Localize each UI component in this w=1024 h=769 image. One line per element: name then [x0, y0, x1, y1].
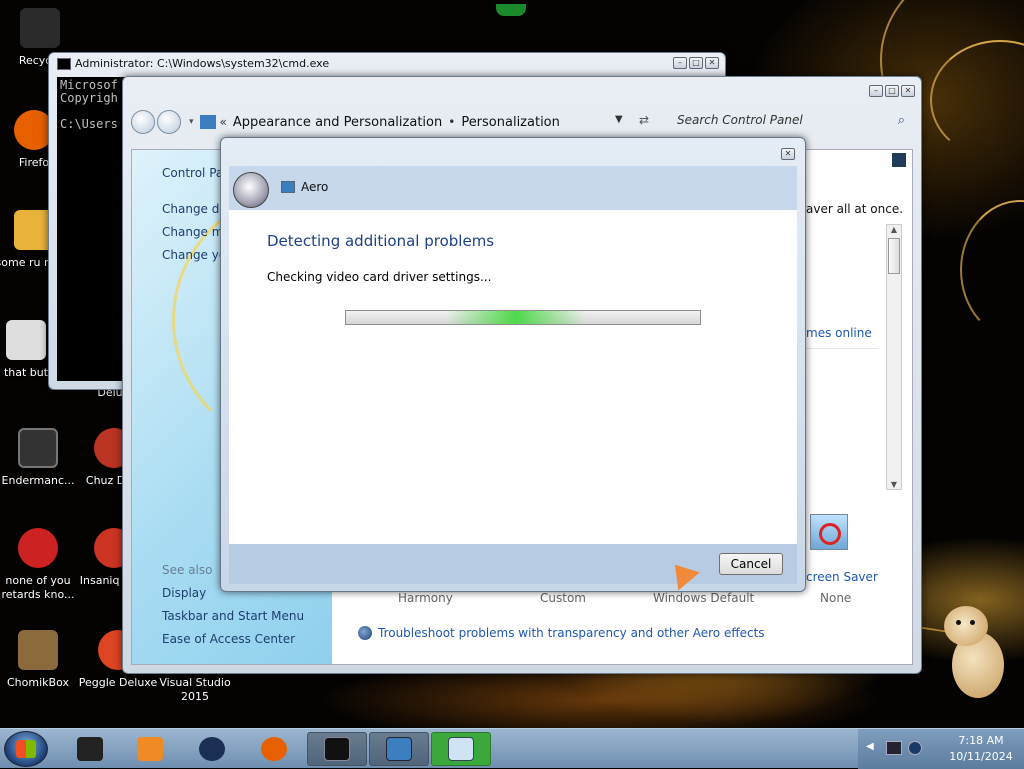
minimize-button[interactable]: – [869, 85, 883, 97]
cmd-title-bar[interactable]: Administrator: C:\Windows\system32\cmd.e… [49, 53, 725, 75]
app-icon [77, 737, 103, 761]
taskbar-cmd[interactable] [307, 732, 367, 766]
minimize-button[interactable]: – [673, 57, 687, 69]
see-also-display[interactable]: Display [162, 586, 206, 600]
firefox-icon [261, 737, 287, 761]
cmd-icon [57, 58, 71, 70]
refresh-icon[interactable]: ⇄ [639, 113, 649, 127]
scroll-up-icon[interactable]: ▲ [887, 225, 901, 234]
theme-harmony-label[interactable]: Harmony [398, 591, 453, 605]
chomikbox-icon [18, 630, 58, 670]
tray-app-icon[interactable] [908, 741, 922, 755]
desktop-icon-none-of-you[interactable]: none of you retards kno... [0, 528, 78, 602]
breadcrumb-appearance[interactable]: Appearance and Personalization [233, 115, 442, 130]
see-also-heading: See also [162, 563, 213, 577]
search-input[interactable]: Search Control Panel [669, 109, 909, 133]
app-icon [199, 737, 225, 761]
windows-logo-icon [16, 740, 36, 758]
progress-marquee [446, 311, 586, 324]
theme-description-text: aver all at once. [806, 202, 904, 216]
screen-saver-link[interactable]: creen Saver [806, 570, 878, 584]
screen-saver-icon[interactable] [810, 514, 848, 550]
desktop-icon-endermanch[interactable]: Endermanc... [0, 428, 78, 488]
taskbar-firefox[interactable] [244, 732, 304, 766]
dialog-heading: Detecting additional problems [267, 232, 495, 250]
clock-date: 10/11/2024 [949, 750, 1013, 763]
troubleshoot-icon [358, 626, 372, 640]
cancel-button[interactable]: Cancel [719, 553, 783, 575]
aero-icon [281, 181, 295, 193]
desktop-icon-chomikbox[interactable]: ChomikBox [0, 630, 78, 690]
cmd-title: Administrator: C:\Windows\system32\cmd.e… [75, 57, 330, 70]
aero-icon [448, 737, 474, 761]
forward-button[interactable] [157, 110, 181, 134]
see-also-taskbar[interactable]: Taskbar and Start Menu [162, 609, 304, 623]
clock[interactable]: 7:18 AM 10/11/2024 [944, 733, 1018, 765]
search-icon[interactable]: ⌕ [898, 113, 905, 128]
back-button[interactable] [131, 110, 155, 134]
close-button[interactable]: ✕ [901, 85, 915, 97]
help-icon[interactable] [892, 153, 906, 167]
hamster-image[interactable] [944, 606, 1006, 702]
theme-windows-default-label[interactable]: Windows Default [653, 591, 754, 605]
sidebar-control-panel-home[interactable]: Control Par [162, 166, 228, 180]
system-tray: ◀ 7:18 AM 10/11/2024 [858, 729, 1024, 769]
maximize-button[interactable]: □ [689, 57, 703, 69]
close-button[interactable]: ✕ [781, 148, 795, 160]
wallpaper-green-ornament [496, 4, 526, 16]
cmd-icon [324, 737, 350, 761]
get-themes-online-link[interactable]: mes online [806, 326, 872, 340]
maximize-button[interactable]: □ [885, 85, 899, 97]
taskbar-app-3[interactable] [182, 732, 242, 766]
breadcrumb-overflow-icon[interactable]: « [220, 115, 227, 129]
address-bar: ▾ « Appearance and Personalization • Per… [131, 105, 913, 139]
status-text: Checking video card driver settings... [267, 270, 492, 284]
clock-time: 7:18 AM [958, 734, 1004, 747]
aero-troubleshooter-dialog[interactable]: ✕ Aero Detecting additional problems Che… [220, 137, 806, 592]
taskbar-control-panel[interactable] [369, 732, 429, 766]
close-button[interactable]: ✕ [705, 57, 719, 69]
scroll-down-icon[interactable]: ▼ [887, 480, 901, 489]
recent-pages-icon[interactable]: ▾ [189, 117, 194, 127]
network-icon[interactable] [886, 741, 902, 755]
app-icon [18, 528, 58, 568]
theme-list-scrollbar[interactable]: ▲ ▼ [886, 224, 902, 490]
theme-custom-label[interactable]: Custom [540, 591, 586, 605]
breadcrumb-personalization[interactable]: Personalization [461, 115, 560, 130]
dialog-title: Aero [301, 180, 329, 194]
start-button[interactable] [4, 731, 48, 767]
taskbar-aero-troubleshooter[interactable] [431, 732, 491, 766]
progress-bar [345, 310, 701, 325]
document-icon [6, 320, 46, 360]
back-button[interactable] [233, 172, 269, 208]
dialog-header: Aero [229, 166, 797, 210]
see-also-ease-of-access[interactable]: Ease of Access Center [162, 632, 295, 646]
dialog-body: Detecting additional problems Checking v… [229, 210, 797, 544]
dialog-footer: Cancel [229, 544, 797, 584]
control-panel-icon [199, 115, 216, 129]
wallpaper-swirl [960, 200, 1024, 340]
show-hidden-icons-icon[interactable]: ◀ [866, 741, 874, 752]
breadcrumb-separator-icon: • [448, 115, 456, 129]
troubleshoot-aero-link[interactable]: Troubleshoot problems with transparency … [378, 626, 765, 640]
taskbar-app-1[interactable] [60, 732, 120, 766]
control-panel-icon [386, 737, 412, 761]
media-player-icon [137, 737, 163, 761]
screen-saver-value: None [820, 591, 852, 605]
taskbar-media-player[interactable] [120, 732, 180, 766]
divider [806, 348, 878, 349]
scrollbar-thumb[interactable] [888, 238, 900, 274]
app-icon [18, 428, 58, 468]
address-dropdown-icon[interactable]: ▼ [615, 114, 623, 125]
taskbar: ◀ 7:18 AM 10/11/2024 [0, 728, 1024, 769]
recycle-bin-icon [20, 8, 60, 48]
